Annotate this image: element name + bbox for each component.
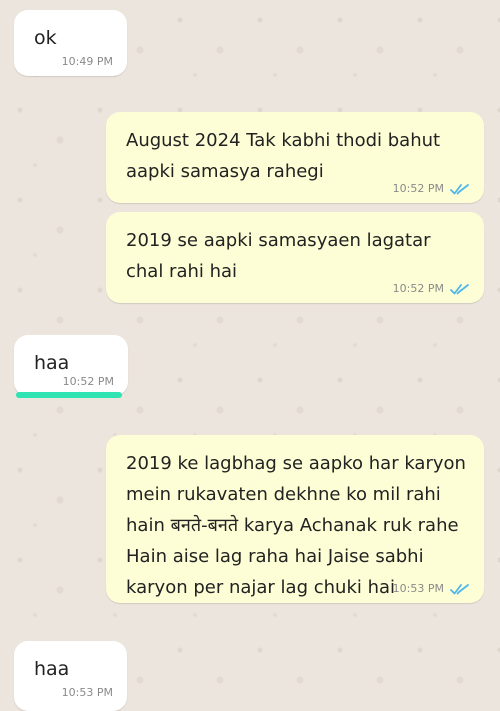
message-meta: 10:49 PM — [62, 55, 113, 68]
message-time: 10:49 PM — [61, 55, 113, 68]
message-meta: 10:52 PM — [393, 282, 470, 295]
message-text: 2019 ke lagbhag se aapko har karyon mein… — [126, 453, 466, 598]
highlight-underline — [16, 392, 122, 398]
message-text: 2019 se aapki samasyaen lagatar chal rah… — [126, 230, 431, 282]
message-bubble-incoming[interactable]: haa 10:53 PM — [14, 641, 127, 711]
double-check-icon — [450, 183, 470, 195]
double-check-icon — [450, 583, 470, 595]
message-text: haa — [34, 658, 70, 680]
message-bubble-outgoing[interactable]: 2019 ke lagbhag se aapko har karyon mein… — [106, 435, 484, 603]
message-bubble-outgoing[interactable]: August 2024 Tak kabhi thodi bahut aapki … — [106, 112, 484, 203]
message-meta: 10:53 PM — [62, 686, 113, 699]
message-meta: 10:52 PM — [63, 375, 114, 388]
message-time: 10:53 PM — [61, 686, 113, 699]
message-text: August 2024 Tak kabhi thodi bahut aapki … — [126, 130, 441, 182]
double-check-icon — [450, 283, 470, 295]
message-bubble-incoming[interactable]: ok 10:49 PM — [14, 10, 127, 76]
message-time: 10:52 PM — [392, 282, 444, 295]
message-time: 10:53 PM — [392, 582, 444, 595]
message-bubble-incoming[interactable]: haa 10:52 PM — [14, 335, 128, 396]
message-time: 10:52 PM — [62, 375, 114, 388]
message-meta: 10:52 PM — [393, 182, 470, 195]
message-time: 10:52 PM — [392, 182, 444, 195]
message-meta: 10:53 PM — [393, 582, 470, 595]
message-text: ok — [34, 27, 57, 49]
message-bubble-outgoing[interactable]: 2019 se aapki samasyaen lagatar chal rah… — [106, 212, 484, 303]
